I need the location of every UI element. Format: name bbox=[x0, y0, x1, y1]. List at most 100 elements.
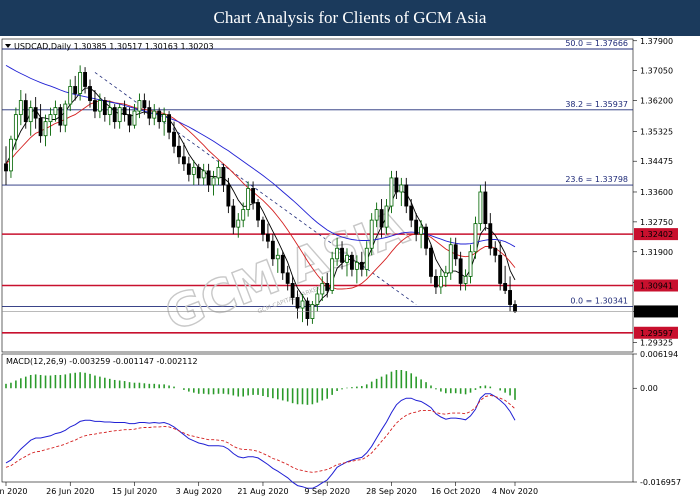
candle-body-bear bbox=[157, 110, 162, 123]
chart-canvas[interactable]: 50.0 = 1.37666 38.2 = 1.35937 23.6 = 1.337… bbox=[0, 36, 700, 500]
candle-body-bear bbox=[434, 275, 438, 288]
candle-body-bear bbox=[142, 100, 147, 108]
candle-body-bull bbox=[330, 258, 335, 291]
candle-body-bull bbox=[18, 100, 23, 116]
price-tick-label: 1.37050 bbox=[640, 67, 673, 76]
candle-body-bull bbox=[438, 275, 443, 288]
candle-body-bear bbox=[414, 219, 419, 235]
candle-body-bear bbox=[83, 72, 87, 87]
candle-body-bear bbox=[453, 244, 458, 260]
candle-body-bear bbox=[498, 254, 503, 284]
candle-body-bear bbox=[295, 297, 300, 309]
candle-body-bull bbox=[419, 226, 424, 235]
candle-body-bear bbox=[23, 100, 28, 123]
candle-body-bear bbox=[325, 283, 330, 291]
candle-body-bear bbox=[127, 114, 132, 126]
candle-body-bull bbox=[28, 107, 33, 123]
price-tick-label: 1.35325 bbox=[640, 127, 673, 136]
candle-body-bull bbox=[300, 300, 305, 309]
candle-body-bear bbox=[177, 145, 181, 158]
candle-body-bull bbox=[374, 209, 379, 221]
time-tick-label: 28 Sep 2020 bbox=[366, 487, 417, 496]
candle-body-bull bbox=[137, 100, 142, 112]
candle-body-bull bbox=[211, 177, 216, 186]
candle-body-bull bbox=[369, 219, 374, 249]
level-label-1.29597: 1.29597 bbox=[640, 329, 673, 338]
candle-body-bull bbox=[399, 184, 404, 193]
candle-body-bear bbox=[394, 177, 399, 193]
price-tick-label: 1.37900 bbox=[640, 37, 673, 46]
candle-body-bear bbox=[513, 304, 517, 312]
candle-body-bear bbox=[38, 117, 43, 137]
price-panel[interactable]: 50.0 = 1.37666 38.2 = 1.35937 23.6 = 1.337… bbox=[1, 37, 678, 353]
candle-body-bull bbox=[236, 219, 241, 228]
candle-body-bear bbox=[404, 184, 409, 207]
candle-body-bear bbox=[270, 240, 275, 260]
candle-body-bull bbox=[162, 114, 167, 123]
candle-body-bear bbox=[305, 300, 310, 319]
macd-panel-frame bbox=[1, 353, 634, 483]
candle-body-bull bbox=[246, 188, 251, 210]
candle-body-bear bbox=[483, 191, 488, 225]
candle-body-bull bbox=[335, 247, 340, 260]
candle-body-bull bbox=[117, 107, 122, 123]
candle-body-bull bbox=[389, 177, 394, 207]
candle-body-bull bbox=[201, 170, 206, 179]
price-tick-label: 1.32750 bbox=[640, 218, 673, 227]
candle-body-bear bbox=[280, 254, 285, 274]
time-axis: 8 Jun 2020 26 Jun 2020 15 Jul 2020 3 Aug 20… bbox=[0, 482, 538, 496]
candle-body-bear bbox=[196, 166, 201, 179]
fib-label-38.2: 38.2 = 1.35937 bbox=[565, 100, 628, 109]
macd-tick-label: 0.00 bbox=[640, 384, 658, 393]
time-tick-label: 26 Jun 2020 bbox=[46, 487, 94, 496]
macd-panel[interactable]: MACD(12,26,9) -0.003259 -0.001147 -0.002… bbox=[1, 350, 681, 489]
candle-body-bear bbox=[493, 247, 498, 256]
candle-body-bull bbox=[13, 114, 18, 140]
candle bbox=[478, 184, 483, 231]
candle-body-bear bbox=[186, 163, 191, 175]
candle-body-bear bbox=[88, 86, 92, 101]
candle-body-bear bbox=[340, 247, 344, 263]
price-header: USDCAD,Daily 1.30385 1.30517 1.30163 1.3… bbox=[14, 42, 214, 51]
level-label-1.30941: 1.30941 bbox=[640, 281, 673, 290]
time-tick-label: 16 Oct 2020 bbox=[431, 487, 480, 496]
candle-body-bear bbox=[172, 131, 176, 147]
candle-body-bull bbox=[345, 254, 349, 263]
candle-body-bear bbox=[265, 233, 270, 242]
candle-body-bull bbox=[468, 251, 473, 277]
time-tick-label: 21 Aug 2020 bbox=[237, 487, 288, 496]
candle-body-bear bbox=[102, 100, 107, 116]
time-tick-label: 3 Aug 2020 bbox=[176, 487, 222, 496]
price-tick-label: 1.33600 bbox=[640, 188, 673, 197]
candle-body-bull bbox=[241, 209, 246, 221]
candle-body-bear bbox=[261, 219, 265, 235]
fib-label-23.6: 23.6 = 1.33798 bbox=[565, 175, 628, 184]
candle-body-bull bbox=[478, 191, 483, 225]
candle-body-bull bbox=[448, 244, 453, 274]
candle-body-bear bbox=[359, 261, 364, 270]
candle-body-bear bbox=[349, 254, 354, 270]
candle-body-bear bbox=[221, 166, 226, 186]
candle-body-bull bbox=[97, 100, 102, 112]
candle-body-bear bbox=[488, 223, 493, 249]
macd-tick-label: -0.016957 bbox=[640, 478, 681, 487]
candle-body-bull bbox=[78, 72, 83, 94]
candle-body-bull bbox=[68, 86, 73, 105]
candle-body-bear bbox=[285, 272, 290, 284]
time-tick-label: 15 Jul 2020 bbox=[112, 487, 157, 496]
candle-body-bull bbox=[473, 223, 478, 253]
candle-body-bull bbox=[463, 275, 468, 284]
level-label-1.32402: 1.32402 bbox=[640, 230, 673, 239]
candle-body-bull bbox=[107, 107, 112, 116]
price-axis: 1.37900 1.37050 1.36200 1.35325 1.34475 1.336… bbox=[633, 37, 673, 347]
candle-body-bear bbox=[167, 114, 172, 133]
banner: Chart Analysis for Clients of GCM Asia bbox=[0, 0, 700, 36]
candle-body-bear bbox=[409, 205, 414, 221]
candle-body-bear bbox=[424, 226, 428, 249]
macd-tick-label: 0.006194 bbox=[640, 350, 678, 359]
candle-body-bear bbox=[226, 184, 231, 207]
candle-body-bear bbox=[93, 100, 97, 112]
candle-body-bull bbox=[191, 166, 196, 175]
candle-body-bull bbox=[152, 110, 157, 119]
candle-body-bull bbox=[443, 272, 448, 277]
